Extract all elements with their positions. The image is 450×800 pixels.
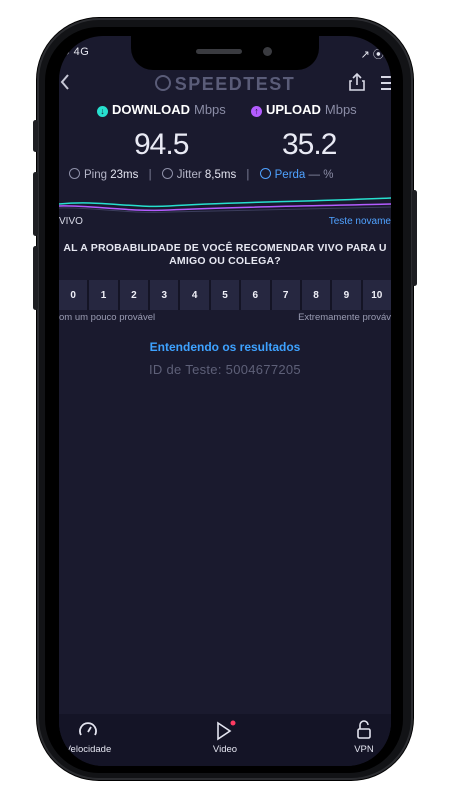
status-indicators: ↗ ⦿ 3 xyxy=(360,49,391,61)
jitter-value: 8,5ms xyxy=(204,169,237,181)
download-label: DOWNLOAD xyxy=(112,102,190,117)
jitter-label: Jitter xyxy=(176,169,202,181)
share-icon[interactable] xyxy=(349,72,365,97)
front-camera xyxy=(263,47,272,56)
jitter-icon xyxy=(161,168,173,179)
rating-option[interactable]: 7 xyxy=(271,280,300,310)
metrics-row: Ping 23ms | Jitter 8,5ms | Perda — % xyxy=(69,168,391,181)
download-header: ↓ DOWNLOAD Mbps xyxy=(97,102,226,117)
rating-option[interactable]: 2 xyxy=(119,280,149,310)
rating-option[interactable]: 10 xyxy=(362,280,391,310)
volume-down-button xyxy=(33,246,38,310)
tab-bar: Velocidade Video VPN xyxy=(59,714,391,766)
notch xyxy=(131,36,319,70)
tab-speed[interactable]: Velocidade xyxy=(59,720,123,755)
speedometer-icon xyxy=(59,720,123,740)
rating-option[interactable]: 8 xyxy=(301,280,331,310)
rating-option[interactable]: 1 xyxy=(89,280,118,310)
speaker xyxy=(196,49,242,54)
upload-unit: Mbps xyxy=(324,102,357,117)
rating-option[interactable]: 3 xyxy=(150,280,179,310)
loss-value: — % xyxy=(308,169,334,181)
power-button xyxy=(412,190,417,286)
app-title-text: SPEEDTEST xyxy=(174,74,296,94)
rating-option[interactable]: 6 xyxy=(241,280,270,310)
provider-name: VIVO xyxy=(59,216,83,227)
volume-up-button xyxy=(33,172,38,236)
unlock-icon xyxy=(337,720,391,740)
app-title: SPEEDTEST xyxy=(59,74,391,95)
retest-link[interactable]: Teste novame xyxy=(329,216,391,227)
tab-vpn[interactable]: VPN xyxy=(337,720,391,755)
menu-icon[interactable] xyxy=(381,76,391,94)
rating-option[interactable]: 5 xyxy=(210,280,240,310)
ping-label: Ping xyxy=(84,169,108,181)
ping-icon xyxy=(69,168,80,179)
loss-label[interactable]: Perda xyxy=(275,169,306,181)
screen: O 4G ↗ ⦿ 3 SPEEDTEST ↓ DOWNLOAD Mbps ↑ UPLO… xyxy=(59,36,391,766)
ping-value: 23ms xyxy=(110,169,139,181)
rating-option[interactable]: 9 xyxy=(332,280,361,310)
scale-high-label: Extremamente prováv xyxy=(298,312,391,323)
tab-video[interactable]: Video xyxy=(195,720,255,755)
upload-label: UPLOAD xyxy=(266,102,321,117)
upload-arrow-icon: ↑ xyxy=(251,106,262,117)
status-carrier: O 4G xyxy=(61,46,90,58)
download-arrow-icon: ↓ xyxy=(97,106,108,117)
tab-vpn-label: VPN xyxy=(354,744,374,755)
scale-low-label: om um pouco provável xyxy=(59,312,156,323)
tab-speed-label: Velocidade xyxy=(64,744,112,755)
silent-switch xyxy=(33,120,38,152)
download-value: 94.5 xyxy=(134,128,189,161)
rating-option[interactable]: 4 xyxy=(180,280,209,310)
rating-scale: 0 1 2 3 4 5 6 7 8 9 10 xyxy=(59,280,391,310)
survey-question: AL A PROBABILIDADE DE VOCÊ RECOMENDAR VI… xyxy=(59,242,391,268)
test-id: ID de Teste: 5004677205 xyxy=(149,362,301,377)
help-icon[interactable] xyxy=(259,168,271,179)
download-unit: Mbps xyxy=(194,102,226,117)
upload-value: 35.2 xyxy=(282,128,337,161)
top-bar: SPEEDTEST xyxy=(59,72,391,98)
understand-results-link[interactable]: Entendendo os resultados xyxy=(59,340,391,354)
survey-question-line1: AL A PROBABILIDADE DE VOCÊ RECOMENDAR VI… xyxy=(63,242,387,254)
survey-question-line2: AMIGO OU COLEGA? xyxy=(169,255,281,267)
upload-header: ↑ UPLOAD Mbps xyxy=(251,102,357,117)
play-icon xyxy=(195,720,255,741)
speedometer-icon xyxy=(154,75,171,91)
rating-option[interactable]: 0 xyxy=(59,280,88,310)
tab-video-label: Video xyxy=(212,744,238,755)
